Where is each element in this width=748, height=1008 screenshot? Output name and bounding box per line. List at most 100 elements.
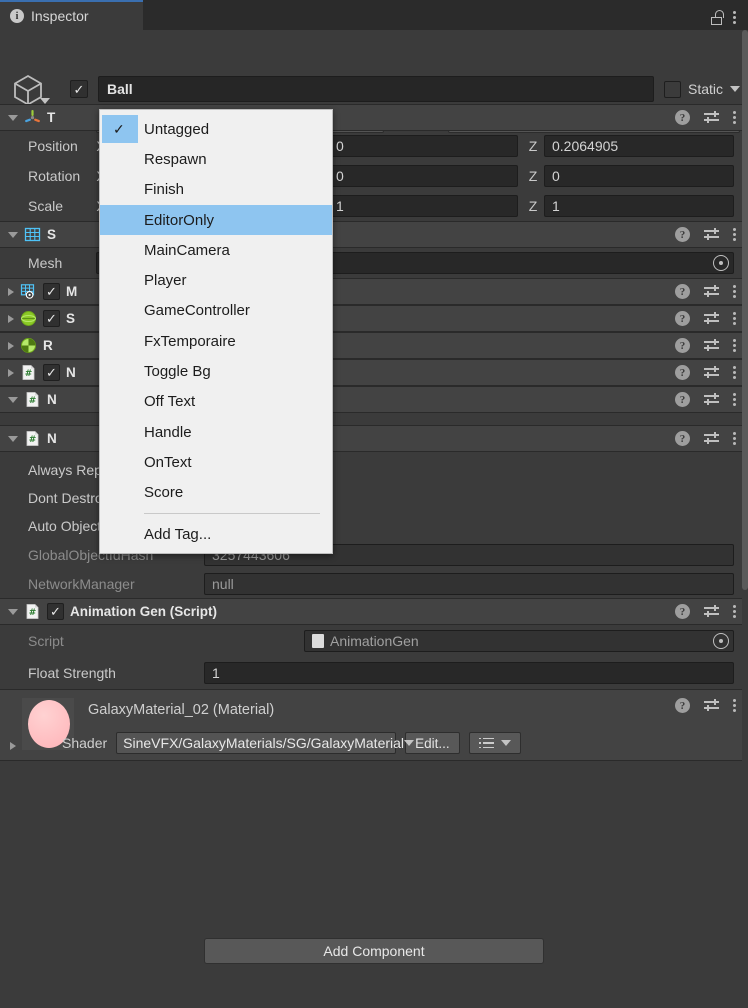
- foldout-icon[interactable]: [8, 396, 18, 403]
- float-strength-input[interactable]: 1: [204, 662, 734, 684]
- component-menu-icon[interactable]: [733, 393, 736, 406]
- network-manager-input[interactable]: null: [204, 572, 734, 595]
- shader-dropdown-button[interactable]: SineVFX/GalaxyMaterials/SG/GalaxyMateria…: [116, 732, 415, 754]
- animation-gen-foldout-icon[interactable]: [8, 608, 18, 615]
- preset-icon[interactable]: [704, 312, 719, 325]
- foldout-icon[interactable]: [8, 368, 14, 377]
- script-object-field[interactable]: AnimationGen: [304, 630, 734, 652]
- component-menu-icon[interactable]: [733, 285, 736, 298]
- component-menu-icon[interactable]: [733, 432, 736, 445]
- component-menu-icon[interactable]: [733, 228, 736, 241]
- help-icon[interactable]: ?: [675, 698, 690, 713]
- add-component-row: Add Component: [0, 938, 748, 964]
- tag-menu-item-label: Untagged: [144, 120, 210, 138]
- help-icon[interactable]: ?: [675, 311, 690, 326]
- vertical-scrollbar[interactable]: [742, 30, 748, 910]
- add-component-button[interactable]: Add Component: [204, 938, 544, 964]
- help-icon[interactable]: ?: [675, 110, 690, 125]
- component-menu-icon[interactable]: [733, 339, 736, 352]
- gameobject-name-input[interactable]: Ball: [98, 76, 654, 102]
- foldout-icon[interactable]: [8, 341, 14, 350]
- preset-icon[interactable]: [704, 393, 719, 406]
- transform-foldout-icon[interactable]: [8, 114, 18, 121]
- float-strength-row: Float Strength 1: [0, 657, 748, 689]
- material-foldout-icon[interactable]: [10, 742, 16, 750]
- tag-dropdown-popup[interactable]: ✓ Untagged Respawn Finish EditorOnly Mai…: [99, 109, 333, 555]
- tag-menu-item-label: Toggle Bg: [144, 363, 211, 381]
- help-icon[interactable]: ?: [675, 604, 690, 619]
- tag-menu-item-add-tag[interactable]: Add Tag...: [100, 519, 332, 549]
- tag-menu-item-respawn[interactable]: Respawn: [100, 144, 332, 174]
- component-menu-icon[interactable]: [733, 699, 736, 712]
- rigidbody-icon: [20, 337, 37, 354]
- tag-menu-item-toggle-bg[interactable]: Toggle Bg: [100, 356, 332, 386]
- preset-icon[interactable]: [704, 366, 719, 379]
- script-1-enabled-checkbox[interactable]: ✓: [43, 364, 60, 381]
- rotation-y-input[interactable]: 0: [328, 165, 518, 187]
- preset-icon[interactable]: [704, 699, 719, 712]
- gameobject-enabled-checkbox[interactable]: ✓: [70, 80, 88, 98]
- shader-list-chevron-down-icon: [500, 740, 511, 746]
- preset-icon[interactable]: [704, 605, 719, 618]
- preset-icon[interactable]: [704, 111, 719, 124]
- sphere-collider-enabled-checkbox[interactable]: ✓: [43, 310, 60, 327]
- network-manager-row: NetworkManager null: [0, 569, 748, 598]
- info-icon: i: [10, 9, 24, 23]
- preset-icon[interactable]: [704, 339, 719, 352]
- preset-icon[interactable]: [704, 285, 719, 298]
- tag-menu-item-gamecontroller[interactable]: GameController: [100, 296, 332, 326]
- tag-menu-item-off-text[interactable]: Off Text: [100, 387, 332, 417]
- preset-icon[interactable]: [704, 228, 719, 241]
- tab-inspector[interactable]: i Inspector: [0, 2, 143, 30]
- scale-z-input[interactable]: 1: [544, 195, 734, 217]
- tag-menu-item-label: Score: [144, 484, 184, 502]
- tag-menu-item-label: EditorOnly: [144, 211, 215, 229]
- component-menu-icon[interactable]: [733, 605, 736, 618]
- position-z-input[interactable]: 0.2064905: [544, 135, 734, 157]
- static-chevron-down-icon[interactable]: [730, 86, 740, 92]
- tag-menu-item-finish[interactable]: Finish: [100, 175, 332, 205]
- inspector-window: i Inspector ✓ Ball Static Tag Untagged: [0, 0, 748, 1008]
- position-y-input[interactable]: 0: [328, 135, 518, 157]
- scale-y-input[interactable]: 1: [328, 195, 518, 217]
- static-checkbox[interactable]: [663, 80, 681, 98]
- object-picker-icon[interactable]: [713, 255, 729, 271]
- tag-menu-item-score[interactable]: Score: [100, 478, 332, 508]
- tag-menu-item-editoronly[interactable]: EditorOnly: [100, 204, 332, 236]
- foldout-icon[interactable]: [8, 314, 14, 323]
- animation-gen-enabled-checkbox[interactable]: ✓: [47, 603, 64, 620]
- help-icon[interactable]: ?: [675, 227, 690, 242]
- rotation-z-input[interactable]: 0: [544, 165, 734, 187]
- mesh-renderer-enabled-checkbox[interactable]: ✓: [43, 283, 60, 300]
- foldout-icon[interactable]: [8, 287, 14, 296]
- tag-menu-item-player[interactable]: Player: [100, 265, 332, 295]
- mesh-filter-foldout-icon[interactable]: [8, 231, 18, 238]
- material-block: GalaxyMaterial_02 (Material) ? Shader Si…: [0, 689, 748, 761]
- network-object-foldout-icon[interactable]: [8, 435, 18, 442]
- kebab-menu-icon[interactable]: [733, 11, 736, 24]
- tag-menu-item-ontext[interactable]: OnText: [100, 447, 332, 477]
- component-header-animation-gen[interactable]: # ✓ Animation Gen (Script) ?: [0, 598, 748, 625]
- help-icon[interactable]: ?: [675, 338, 690, 353]
- component-menu-icon[interactable]: [733, 366, 736, 379]
- script-value: AnimationGen: [330, 633, 419, 649]
- position-label: Position: [28, 138, 78, 154]
- help-icon[interactable]: ?: [675, 365, 690, 380]
- object-picker-icon[interactable]: [713, 633, 729, 649]
- preset-icon[interactable]: [704, 432, 719, 445]
- unlocked-padlock-icon[interactable]: [711, 10, 724, 25]
- tag-menu-item-maincamera[interactable]: MainCamera: [100, 235, 332, 265]
- tag-menu-item-fxtemporaire[interactable]: FxTemporaire: [100, 326, 332, 356]
- tag-menu-item-label: Add Tag...: [144, 525, 212, 543]
- tag-menu-item-handle[interactable]: Handle: [100, 417, 332, 447]
- component-menu-icon[interactable]: [733, 312, 736, 325]
- scrollbar-thumb[interactable]: [742, 30, 748, 590]
- transform-icon: [24, 109, 41, 126]
- component-menu-icon[interactable]: [733, 111, 736, 124]
- help-icon[interactable]: ?: [675, 431, 690, 446]
- tag-menu-item-untagged[interactable]: ✓ Untagged: [100, 114, 332, 144]
- sphere-collider-title: S: [66, 311, 76, 326]
- help-icon[interactable]: ?: [675, 392, 690, 407]
- help-icon[interactable]: ?: [675, 284, 690, 299]
- shader-list-button[interactable]: [468, 732, 521, 754]
